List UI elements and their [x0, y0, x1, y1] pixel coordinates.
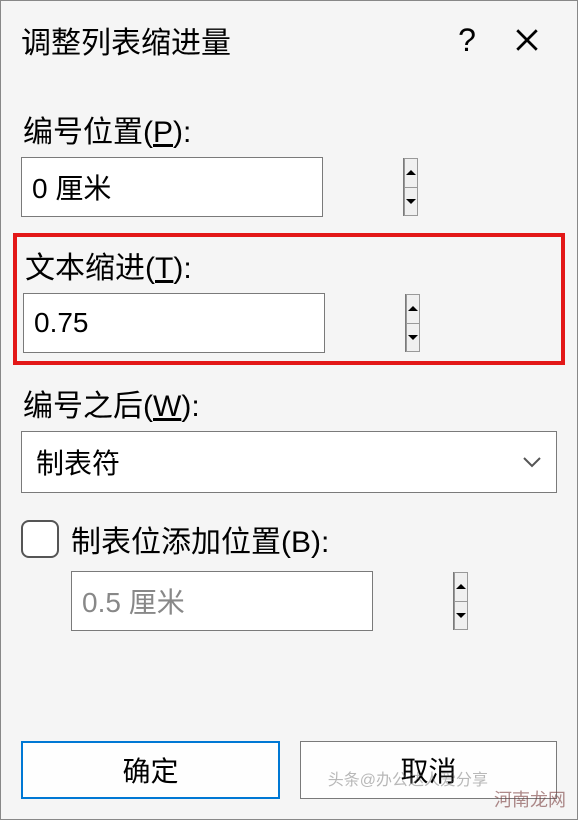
spin-up-button[interactable]: [454, 572, 468, 601]
text-indent-group: 文本缩进(T):: [13, 233, 565, 365]
spin-up-button[interactable]: [406, 294, 420, 323]
text-indent-input[interactable]: [24, 294, 405, 352]
spinner-buttons: [405, 294, 420, 352]
dialog-title: 调整列表缩进量: [21, 18, 437, 62]
dialog-content: 编号位置(P): 文本缩进(T):: [1, 79, 577, 731]
titlebar: 调整列表缩进量 ?: [1, 1, 577, 79]
number-position-input[interactable]: [22, 158, 403, 216]
number-position-group: 编号位置(P):: [21, 103, 557, 221]
tab-position-label: 制表位添加位置(B):: [71, 517, 329, 561]
after-number-label: 编号之后(W):: [21, 381, 557, 425]
chevron-down-icon: [455, 611, 467, 619]
chevron-up-icon: [455, 583, 467, 591]
close-icon: [514, 27, 540, 53]
chevron-down-icon: [522, 456, 542, 468]
close-button[interactable]: [497, 27, 557, 53]
spinner-buttons: [453, 572, 468, 630]
after-number-value: 制表符: [22, 442, 508, 482]
chevron-down-icon: [405, 197, 417, 205]
tab-position-group: 制表位添加位置(B):: [21, 505, 557, 635]
chevron-up-icon: [407, 305, 419, 313]
tab-position-spinner[interactable]: [71, 571, 373, 631]
after-number-dropdown[interactable]: 制表符: [21, 431, 557, 493]
number-position-spinner[interactable]: [21, 157, 323, 217]
adjust-list-indent-dialog: 调整列表缩进量 ? 编号位置(P): 文本缩进(T):: [0, 0, 578, 820]
number-position-label: 编号位置(P):: [21, 107, 557, 151]
spin-down-button[interactable]: [454, 601, 468, 631]
cancel-button[interactable]: 取消: [300, 741, 557, 799]
ok-button[interactable]: 确定: [21, 741, 280, 799]
dropdown-arrow: [508, 456, 556, 468]
spin-down-button[interactable]: [404, 187, 418, 217]
tab-position-checkbox-row: 制表位添加位置(B):: [21, 509, 557, 565]
text-indent-spinner[interactable]: [23, 293, 325, 353]
tab-position-checkbox[interactable]: [21, 520, 59, 558]
help-button[interactable]: ?: [437, 22, 497, 59]
spin-up-button[interactable]: [404, 158, 418, 187]
dialog-buttons: 确定 取消: [1, 731, 577, 819]
spinner-buttons: [403, 158, 418, 216]
text-indent-label: 文本缩进(T):: [23, 243, 555, 287]
spin-down-button[interactable]: [406, 323, 420, 353]
after-number-group: 编号之后(W): 制表符: [21, 377, 557, 497]
tab-position-input[interactable]: [72, 572, 453, 630]
chevron-up-icon: [405, 169, 417, 177]
chevron-down-icon: [407, 333, 419, 341]
